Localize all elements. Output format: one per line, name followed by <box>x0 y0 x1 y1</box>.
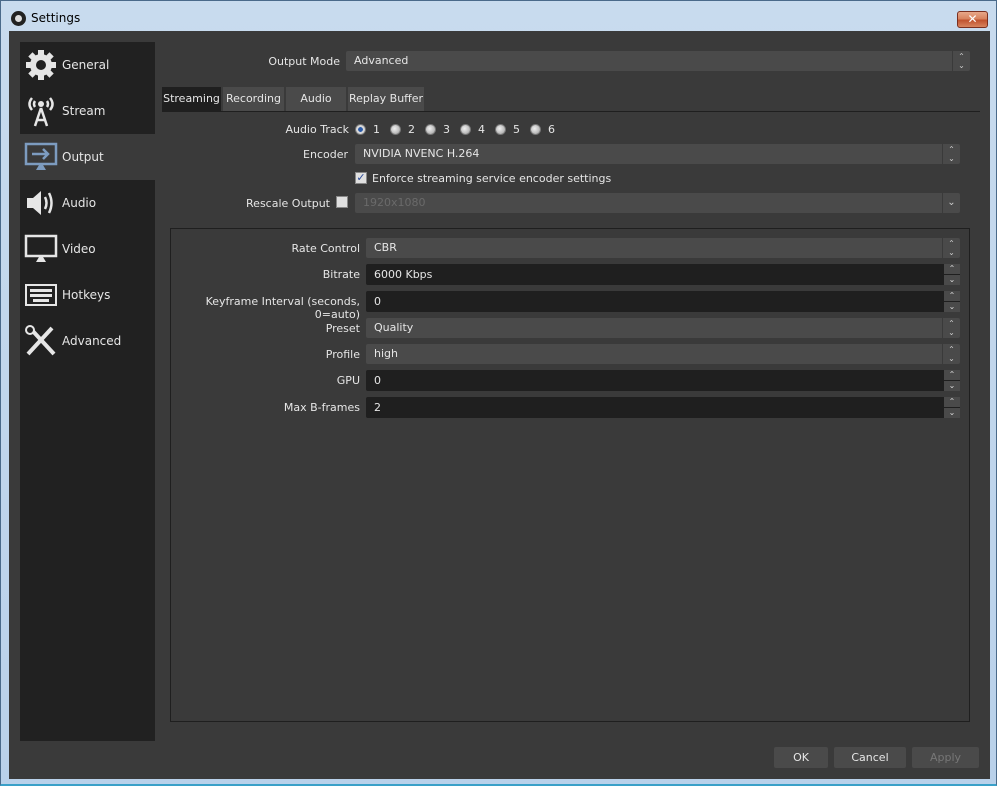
sidebar-item-label: Audio <box>62 196 97 210</box>
rescale-value: 1920x1080 <box>363 196 426 209</box>
sidebar-item-label: Output <box>62 150 104 164</box>
spin-up-icon[interactable]: ⌃ <box>944 264 960 274</box>
sidebar-item-label: Stream <box>62 104 106 118</box>
bitrate-value: 6000 Kbps <box>374 268 433 281</box>
speaker-icon <box>27 191 53 215</box>
rate-control-label: Rate Control <box>291 242 360 255</box>
rate-control-value: CBR <box>374 241 397 254</box>
keyframe-value: 0 <box>374 295 381 308</box>
bitrate-spinbox[interactable]: 6000 Kbps ⌃ ⌄ <box>366 264 960 285</box>
settings-window: Settings ✕ General Stream Output Audio V… <box>0 0 997 786</box>
up-down-icon: ⌃ ⌄ <box>942 318 960 338</box>
preset-label: Preset <box>325 322 360 335</box>
up-down-icon: ⌃ ⌄ <box>942 144 960 164</box>
apply-button[interactable]: Apply <box>912 747 979 768</box>
profile-select[interactable]: high ⌃ ⌄ <box>366 344 960 364</box>
audio-track-radio-5[interactable] <box>495 124 506 135</box>
audio-track-option-label: 6 <box>548 123 555 136</box>
gear-icon <box>26 50 56 80</box>
cancel-button[interactable]: Cancel <box>834 747 906 768</box>
settings-client: General Stream Output Audio Video Hotkey… <box>9 31 990 779</box>
output-mode-label: Output Mode <box>268 55 340 68</box>
spin-up-icon[interactable]: ⌃ <box>944 370 960 380</box>
ok-button[interactable]: OK <box>774 747 828 768</box>
spin-down-icon[interactable]: ⌄ <box>944 381 960 391</box>
output-mode-select[interactable]: Advanced ⌃ ⌄ <box>346 51 970 71</box>
up-down-icon: ⌃ ⌄ <box>952 51 970 71</box>
window-title: Settings <box>31 11 81 25</box>
encoder-label: Encoder <box>303 148 348 161</box>
spin-down-icon[interactable]: ⌄ <box>944 302 960 312</box>
sidebar-item-output[interactable]: Output <box>20 134 155 180</box>
sidebar: General Stream Output Audio Video Hotkey… <box>20 42 155 741</box>
gpu-label: GPU <box>336 374 360 387</box>
keyboard-icon <box>25 284 57 306</box>
spin-down-icon[interactable]: ⌄ <box>944 275 960 285</box>
sidebar-item-hotkeys[interactable]: Hotkeys <box>20 272 155 318</box>
bitrate-label: Bitrate <box>322 268 360 281</box>
spin-up-icon[interactable]: ⌃ <box>944 291 960 301</box>
sidebar-item-label: Video <box>62 242 96 256</box>
gpu-value: 0 <box>374 374 381 387</box>
sidebar-item-label: Advanced <box>62 334 122 348</box>
audio-track-option-label: 5 <box>513 123 520 136</box>
enforce-checkbox[interactable]: ✓ <box>355 172 367 184</box>
encoder-select[interactable]: NVIDIA NVENC H.264 ⌃ ⌄ <box>355 144 960 164</box>
sidebar-item-audio[interactable]: Audio <box>20 180 155 226</box>
audio-track-label: Audio Track <box>285 123 349 136</box>
tab-streaming[interactable]: Streaming <box>162 87 221 111</box>
spin-up-icon[interactable]: ⌃ <box>944 397 960 407</box>
bframes-value: 2 <box>374 401 381 414</box>
antenna-icon <box>28 97 54 127</box>
preset-value: Quality <box>374 321 414 334</box>
monitor-arrow-icon <box>24 142 58 170</box>
rescale-label: Rescale Output <box>246 197 330 210</box>
output-mode-value: Advanced <box>354 54 409 67</box>
sidebar-item-video[interactable]: Video <box>20 226 155 272</box>
rescale-resolution-select[interactable]: 1920x1080 ⌄ <box>355 193 960 213</box>
close-button[interactable]: ✕ <box>957 11 988 28</box>
spin-down-icon[interactable]: ⌄ <box>944 408 960 418</box>
up-down-icon: ⌃ ⌄ <box>942 238 960 258</box>
audio-track-radio-4[interactable] <box>460 124 471 135</box>
rate-control-select[interactable]: CBR ⌃ ⌄ <box>366 238 960 258</box>
sidebar-item-general[interactable]: General <box>20 42 155 88</box>
audio-track-option-label: 2 <box>408 123 415 136</box>
up-down-icon: ⌃ ⌄ <box>942 344 960 364</box>
output-tabs: Streaming Recording Audio Replay Buffer <box>162 87 980 112</box>
audio-track-radio-6[interactable] <box>530 124 541 135</box>
sidebar-item-stream[interactable]: Stream <box>20 88 155 134</box>
audio-track-option-label: 3 <box>443 123 450 136</box>
audio-track-option-label: 4 <box>478 123 485 136</box>
profile-label: Profile <box>325 348 360 361</box>
tab-audio[interactable]: Audio <box>286 87 346 111</box>
audio-track-radio-1[interactable] <box>355 124 366 135</box>
tab-recording[interactable]: Recording <box>223 87 284 111</box>
preset-select[interactable]: Quality ⌃ ⌄ <box>366 318 960 338</box>
obs-logo-icon <box>11 11 26 26</box>
profile-value: high <box>374 347 398 360</box>
chevron-down-icon: ⌄ <box>942 193 960 213</box>
audio-track-option-label: 1 <box>373 123 380 136</box>
tab-replay-buffer[interactable]: Replay Buffer <box>348 87 424 111</box>
keyframe-interval-spinbox[interactable]: 0 ⌃ ⌄ <box>366 291 960 312</box>
encoder-value: NVIDIA NVENC H.264 <box>363 147 480 160</box>
sidebar-item-advanced[interactable]: Advanced <box>20 318 155 364</box>
monitor-icon <box>24 234 58 262</box>
sidebar-item-label: Hotkeys <box>62 288 111 302</box>
audio-track-radio-2[interactable] <box>390 124 401 135</box>
sidebar-item-label: General <box>62 58 110 72</box>
rescale-checkbox[interactable] <box>336 196 348 208</box>
enforce-label: Enforce streaming service encoder settin… <box>372 172 612 185</box>
gpu-spinbox[interactable]: 0 ⌃ ⌄ <box>366 370 960 391</box>
tools-icon <box>25 325 56 356</box>
max-bframes-label: Max B-frames <box>283 401 360 414</box>
max-bframes-spinbox[interactable]: 2 ⌃ ⌄ <box>366 397 960 418</box>
keyframe-interval-label: Keyframe Interval (seconds, 0=auto) <box>205 295 360 321</box>
audio-track-radio-3[interactable] <box>425 124 436 135</box>
